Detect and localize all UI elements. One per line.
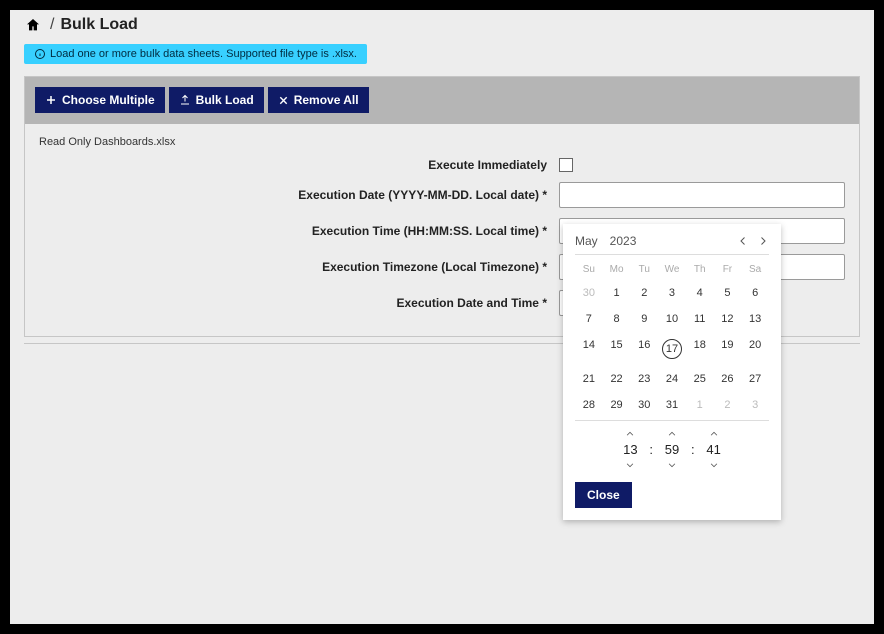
hour-up-icon[interactable] (624, 427, 636, 441)
plus-icon (45, 94, 57, 106)
info-text: Load one or more bulk data sheets. Suppo… (50, 48, 357, 60)
calendar-day[interactable]: 9 (630, 308, 658, 330)
dow-header: Su (575, 261, 603, 278)
calendar-day[interactable]: 28 (575, 394, 603, 416)
calendar-day[interactable]: 10 (658, 308, 686, 330)
next-month-icon[interactable] (757, 235, 769, 247)
dow-header: Th (686, 261, 714, 278)
dow-header: We (658, 261, 686, 278)
bulk-load-label: Bulk Load (196, 93, 254, 107)
execution-time-label: Execution Time (HH:MM:SS. Local time) * (39, 224, 559, 238)
minute-up-icon[interactable] (666, 427, 678, 441)
calendar-day[interactable]: 26 (714, 368, 742, 390)
calendar-day[interactable]: 19 (714, 334, 742, 364)
datepicker-month[interactable]: May (575, 234, 598, 248)
calendar-day[interactable]: 24 (658, 368, 686, 390)
execution-date-label: Execution Date (YYYY-MM-DD. Local date) … (39, 188, 559, 202)
remove-all-button[interactable]: Remove All (268, 87, 369, 113)
dow-header: Fr (714, 261, 742, 278)
execute-immediately-checkbox[interactable] (559, 158, 573, 172)
breadcrumb-separator: / (50, 16, 54, 34)
second-up-icon[interactable] (708, 427, 720, 441)
upload-icon (179, 94, 191, 106)
execution-datetime-label: Execution Date and Time * (39, 296, 559, 310)
choose-multiple-button[interactable]: Choose Multiple (35, 87, 165, 113)
calendar-day[interactable]: 13 (741, 308, 769, 330)
dow-header: Sa (741, 261, 769, 278)
close-button[interactable]: Close (575, 482, 632, 508)
datepicker-year[interactable]: 2023 (610, 234, 637, 248)
dow-header: Mo (603, 261, 631, 278)
calendar-day[interactable]: 4 (686, 282, 714, 304)
calendar-day[interactable]: 2 (714, 394, 742, 416)
datepicker-popup: May 2023 SuMoTuWeThFrSa30123456789101112… (563, 224, 781, 520)
calendar-day[interactable]: 17 (658, 334, 686, 364)
calendar-day[interactable]: 21 (575, 368, 603, 390)
calendar-day[interactable]: 2 (630, 282, 658, 304)
second-down-icon[interactable] (708, 458, 720, 472)
dow-header: Tu (630, 261, 658, 278)
calendar-day[interactable]: 25 (686, 368, 714, 390)
prev-month-icon[interactable] (737, 235, 749, 247)
bulk-load-button[interactable]: Bulk Load (169, 87, 264, 113)
close-icon (278, 95, 289, 106)
remove-all-label: Remove All (294, 93, 359, 107)
time-picker: 13 : 59 : 41 (575, 427, 769, 472)
calendar-day[interactable]: 30 (630, 394, 658, 416)
info-icon (34, 48, 46, 60)
calendar-day[interactable]: 22 (603, 368, 631, 390)
calendar-day[interactable]: 30 (575, 282, 603, 304)
home-icon[interactable] (24, 17, 42, 33)
hour-down-icon[interactable] (624, 458, 636, 472)
calendar-day[interactable]: 12 (714, 308, 742, 330)
calendar-day[interactable]: 1 (686, 394, 714, 416)
calendar-day[interactable]: 27 (741, 368, 769, 390)
calendar-day[interactable]: 6 (741, 282, 769, 304)
calendar-day[interactable]: 3 (658, 282, 686, 304)
breadcrumb: / Bulk Load (10, 10, 874, 44)
uploaded-file-name: Read Only Dashboards.xlsx (39, 136, 845, 148)
page-title: Bulk Load (60, 16, 137, 34)
calendar-day[interactable]: 8 (603, 308, 631, 330)
calendar-day[interactable]: 15 (603, 334, 631, 364)
second-value: 41 (706, 441, 720, 458)
minute-down-icon[interactable] (666, 458, 678, 472)
calendar-day[interactable]: 11 (686, 308, 714, 330)
datepicker-grid: SuMoTuWeThFrSa30123456789101112131415161… (575, 261, 769, 416)
info-banner: Load one or more bulk data sheets. Suppo… (24, 44, 367, 64)
calendar-day[interactable]: 7 (575, 308, 603, 330)
calendar-day[interactable]: 29 (603, 394, 631, 416)
calendar-day[interactable]: 1 (603, 282, 631, 304)
choose-multiple-label: Choose Multiple (62, 93, 155, 107)
calendar-day[interactable]: 31 (658, 394, 686, 416)
calendar-day[interactable]: 20 (741, 334, 769, 364)
calendar-day[interactable]: 14 (575, 334, 603, 364)
calendar-day[interactable]: 23 (630, 368, 658, 390)
calendar-day[interactable]: 16 (630, 334, 658, 364)
execute-immediately-label: Execute Immediately (39, 158, 559, 172)
hour-value: 13 (623, 441, 637, 458)
calendar-day[interactable]: 18 (686, 334, 714, 364)
minute-value: 59 (665, 441, 679, 458)
execution-timezone-label: Execution Timezone (Local Timezone) * (39, 260, 559, 274)
toolbar: Choose Multiple Bulk Load Remove All (25, 77, 859, 124)
calendar-day[interactable]: 5 (714, 282, 742, 304)
calendar-day[interactable]: 3 (741, 394, 769, 416)
execution-date-input[interactable] (559, 182, 845, 208)
